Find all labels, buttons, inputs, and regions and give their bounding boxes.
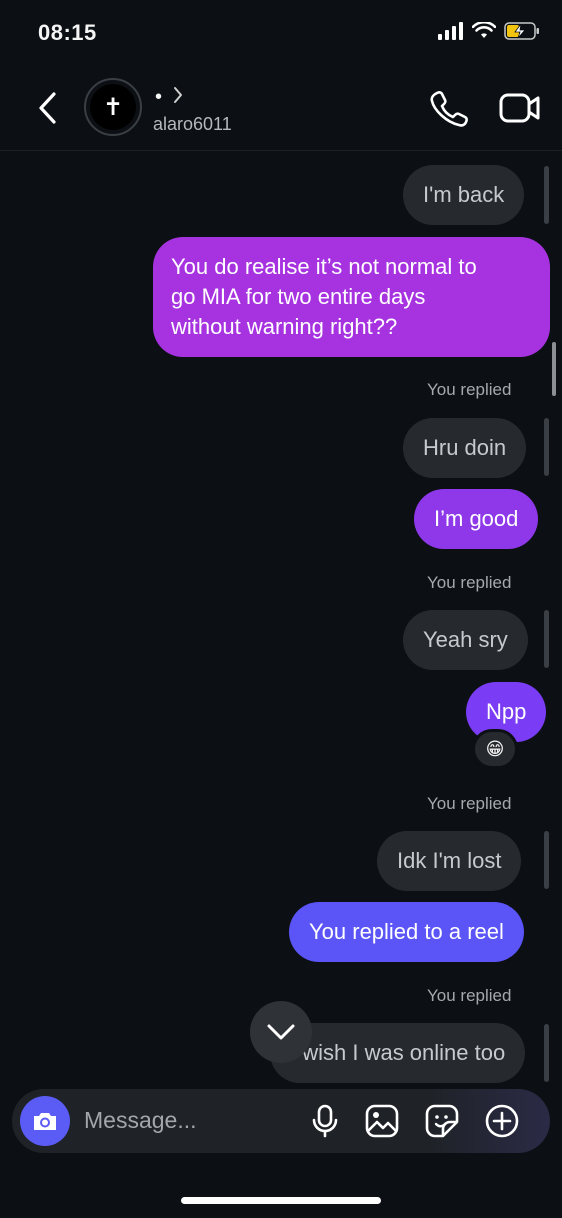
- received-message[interactable]: Hru doin: [403, 418, 527, 478]
- camera-icon: [34, 1113, 56, 1130]
- you-replied-label: You replied: [427, 573, 512, 592]
- status-icons: [438, 22, 540, 40]
- scroll-to-bottom-button[interactable]: [250, 1001, 312, 1063]
- battery-charging-icon: [504, 22, 539, 40]
- signal-icon: [438, 22, 463, 40]
- reply-indicator-bar: [544, 1024, 549, 1082]
- video-icon[interactable]: [498, 90, 542, 126]
- received-message[interactable]: I'm back: [403, 165, 525, 225]
- you-replied-label: You replied: [427, 380, 512, 399]
- gallery-icon[interactable]: [364, 1103, 400, 1139]
- scroll-indicator[interactable]: [552, 342, 556, 396]
- display-name[interactable]: •: [155, 86, 162, 109]
- received-message[interactable]: Yeah sry: [403, 610, 528, 670]
- wifi-icon: [472, 22, 496, 38]
- message-line: go MIA for two entire days: [171, 284, 426, 309]
- received-message[interactable]: Idk I'm lost: [377, 831, 522, 891]
- message-line: You do realise it’s not normal to: [171, 254, 477, 279]
- chevron-down-icon: [267, 1024, 295, 1040]
- message-input[interactable]: Message...: [84, 1107, 197, 1134]
- reply-indicator-bar: [544, 166, 549, 224]
- avatar-cross-icon: ✝: [90, 84, 136, 130]
- back-icon[interactable]: [32, 88, 68, 128]
- reply-indicator-bar: [544, 831, 549, 889]
- plus-icon[interactable]: [484, 1103, 520, 1139]
- sent-message[interactable]: You do realise it’s not normal to go MIA…: [153, 237, 550, 357]
- home-indicator[interactable]: [181, 1197, 381, 1204]
- message-line: without warning right??: [171, 314, 398, 339]
- chevron-right-icon[interactable]: [171, 84, 185, 106]
- status-time: 08:15: [38, 20, 97, 45]
- sent-message[interactable]: You replied to a reel: [289, 902, 524, 962]
- sticker-icon[interactable]: [424, 1103, 460, 1139]
- you-replied-label: You replied: [427, 986, 512, 1005]
- you-replied-label: You replied: [427, 794, 512, 813]
- camera-button[interactable]: [20, 1096, 70, 1146]
- avatar[interactable]: ✝: [84, 78, 142, 136]
- sent-message[interactable]: I’m good: [414, 489, 539, 549]
- header-divider: [0, 150, 562, 151]
- reply-indicator-bar: [544, 418, 549, 476]
- microphone-icon[interactable]: [307, 1103, 343, 1139]
- call-icon[interactable]: [428, 88, 468, 128]
- emoji-reaction[interactable]: 😁: [472, 729, 518, 769]
- username[interactable]: alaro6011: [153, 114, 232, 135]
- reply-indicator-bar: [544, 610, 549, 668]
